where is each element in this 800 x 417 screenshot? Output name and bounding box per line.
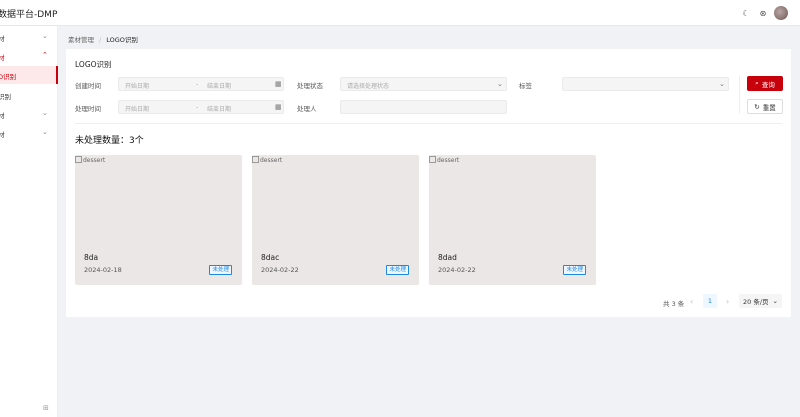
sidebar-item-label: 识别 [0, 93, 11, 101]
sidebar-item-1[interactable]: 材 ⌄ [0, 28, 58, 46]
created-time-label: 创建时间 [75, 82, 101, 90]
chevron-down-icon: ⌄ [497, 80, 503, 88]
processed-start-date[interactable]: 开始日期 [125, 104, 149, 113]
theme-toggle-icon[interactable]: ☾ [740, 7, 752, 19]
broken-image-alt: dessert [429, 156, 459, 164]
processed-date-range[interactable]: 开始日期 - 结束日期 ▦ [118, 100, 284, 114]
broken-image-alt: dessert [252, 156, 282, 164]
sidebar-item-label: 材 [0, 131, 5, 139]
chevron-down-icon: ⌄ [42, 109, 48, 117]
breadcrumb-separator: / [99, 36, 102, 44]
status-badge: 未处理 [386, 265, 409, 275]
page-size-label: 20 条/页 [743, 298, 769, 306]
search-icon: ⌕ [755, 79, 759, 87]
status-badge: 未处理 [209, 265, 232, 275]
processed-end-date[interactable]: 结束日期 [207, 104, 231, 113]
tag-select[interactable]: ⌄ [562, 77, 729, 91]
sidebar-item-label: 材 [0, 54, 5, 62]
page-title: LOGO识别 [75, 60, 112, 69]
sidebar-item-label: O识别 [0, 73, 17, 81]
image-card[interactable]: dessert 8da 2024-02-18 未处理 [75, 155, 242, 285]
calendar-icon: ▦ [275, 80, 282, 88]
date-range-dash: - [196, 104, 199, 111]
card-date: 2024-02-18 [84, 266, 122, 274]
query-button[interactable]: ⌕ 查询 [747, 76, 783, 91]
sidebar-item-logo-recognition[interactable]: O识别 [0, 66, 58, 84]
card-name: 8dac [261, 253, 280, 262]
status-select[interactable]: 请选择处理状态 ⌄ [340, 77, 507, 91]
handler-input[interactable] [340, 100, 507, 114]
chevron-up-icon: ⌃ [42, 51, 48, 59]
next-page-icon[interactable]: › [726, 297, 729, 306]
divider [739, 76, 740, 114]
breadcrumb-parent[interactable]: 素材管理 [68, 36, 94, 44]
sidebar-item-recognition[interactable]: 识别 [0, 86, 58, 104]
query-button-label: 查询 [761, 80, 775, 89]
tag-label: 标签 [519, 82, 532, 90]
chevron-down-icon: ⌄ [42, 32, 48, 40]
sidebar-item-4[interactable]: 材 ⌄ [0, 105, 58, 123]
main-panel: LOGO识别 创建时间 开始日期 - 结束日期 ▦ 处理状态 请选择处理状态 ⌄… [66, 49, 791, 317]
created-date-range[interactable]: 开始日期 - 结束日期 ▦ [118, 77, 284, 91]
created-start-date[interactable]: 开始日期 [125, 81, 149, 90]
card-date: 2024-02-22 [261, 266, 299, 274]
sidebar-item-label: 材 [0, 112, 5, 120]
image-card[interactable]: dessert 8dac 2024-02-22 未处理 [252, 155, 419, 285]
collapse-sidebar-icon[interactable]: ⊞ [43, 404, 49, 412]
calendar-icon: ▦ [275, 103, 282, 111]
settings-icon[interactable]: ⊛ [757, 7, 769, 19]
date-range-dash: - [196, 81, 199, 88]
avatar[interactable] [774, 6, 788, 20]
card-name: 8da [84, 253, 99, 262]
breadcrumb: 素材管理 / LOGO识别 [68, 34, 138, 44]
app-title: 数据平台-DMP [0, 10, 58, 20]
broken-image-alt: dessert [75, 156, 105, 164]
card-date: 2024-02-22 [438, 266, 476, 274]
created-end-date[interactable]: 结束日期 [207, 81, 231, 90]
top-bar: 数据平台-DMP ☾ ⊛ [0, 0, 800, 26]
card-name: 8dad [438, 253, 457, 262]
pagination-total: 共 3 条 [663, 300, 685, 308]
refresh-icon: ↻ [754, 102, 760, 111]
prev-page-icon[interactable]: ‹ [690, 297, 693, 306]
sidebar-item-5[interactable]: 材 ⌄ [0, 124, 58, 142]
chevron-down-icon: ⌄ [719, 80, 725, 88]
reset-button[interactable]: ↻ 重置 [747, 99, 783, 114]
status-badge: 未处理 [563, 265, 586, 275]
sidebar-item-label: 材 [0, 35, 5, 43]
reset-button-label: 重置 [762, 103, 776, 112]
unprocessed-count: 未处理数量：3个 [75, 136, 144, 146]
handler-label: 处理人 [297, 105, 317, 113]
chevron-down-icon: ⌄ [42, 128, 48, 136]
page-size-select[interactable]: 20 条/页 ⌄ [739, 294, 782, 308]
status-placeholder: 请选择处理状态 [347, 83, 390, 90]
chevron-down-icon: ⌄ [772, 297, 778, 305]
page-number-1[interactable]: 1 [703, 294, 717, 308]
sidebar: 材 ⌄ 材 ⌃ O识别 识别 材 ⌄ 材 ⌄ ⊞ [0, 26, 58, 417]
status-label: 处理状态 [297, 82, 323, 90]
image-card[interactable]: dessert 8dad 2024-02-22 未处理 [429, 155, 596, 285]
divider [75, 123, 782, 124]
breadcrumb-current: LOGO识别 [106, 36, 138, 44]
sidebar-item-material-management[interactable]: 材 ⌃ [0, 47, 58, 65]
processed-time-label: 处理时间 [75, 105, 101, 113]
